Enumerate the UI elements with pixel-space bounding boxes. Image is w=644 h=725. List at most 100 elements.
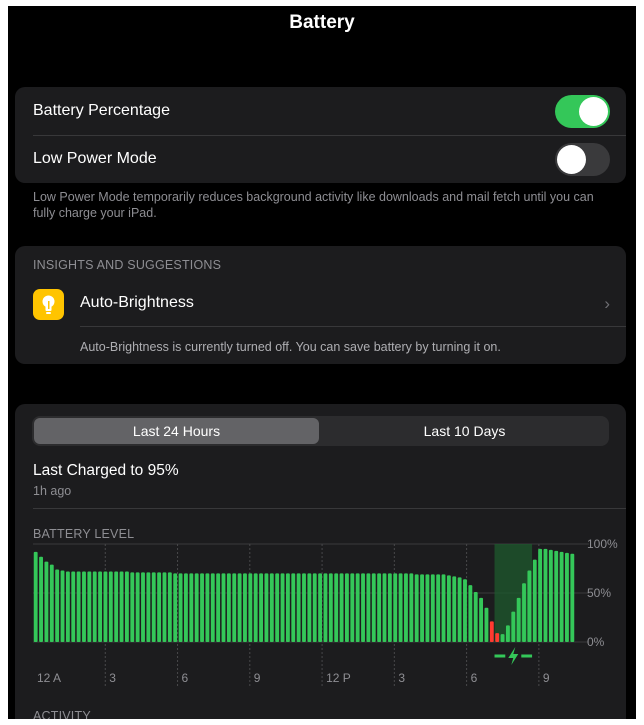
battery-bar <box>216 573 221 642</box>
battery-bar <box>366 573 371 642</box>
battery-bar <box>264 573 269 642</box>
battery-percentage-row: Battery Percentage <box>15 87 626 135</box>
battery-bar <box>328 573 333 642</box>
x-tick-label: 6 <box>471 671 478 685</box>
page-title: Battery <box>289 12 355 33</box>
battery-bar <box>452 576 457 642</box>
battery-bar <box>570 553 575 642</box>
battery-bar <box>65 571 70 642</box>
battery-bar <box>527 570 532 642</box>
battery-bar <box>162 572 167 642</box>
battery-usage-card: Last 24 Hours Last 10 Days Last Charged … <box>15 404 626 719</box>
y-tick-label: 0% <box>587 635 605 649</box>
battery-bar <box>71 571 76 642</box>
chevron-right-icon[interactable]: › <box>604 294 610 314</box>
battery-bar <box>516 597 521 642</box>
battery-bar <box>404 573 408 642</box>
battery-bar <box>565 552 569 642</box>
battery-bar <box>33 551 38 642</box>
auto-brightness-description: Auto-Brightness is currently turned off.… <box>80 340 501 354</box>
toggle-knob <box>557 145 586 174</box>
battery-bar <box>334 573 339 642</box>
battery-bar <box>484 607 489 642</box>
battery-bar <box>119 571 124 642</box>
battery-bar <box>269 573 274 642</box>
battery-bar <box>436 574 441 642</box>
divider <box>80 326 626 327</box>
battery-bar <box>189 573 194 642</box>
insights-card: INSIGHTS AND SUGGESTIONS Auto-Brightness… <box>15 246 626 364</box>
battery-bar <box>468 585 473 642</box>
battery-bar <box>323 573 328 642</box>
battery-bar <box>446 575 451 642</box>
battery-bar <box>226 573 231 642</box>
battery-percentage-label: Battery Percentage <box>33 102 170 119</box>
battery-bar <box>108 571 113 642</box>
battery-bar <box>205 573 210 642</box>
y-tick-label: 100% <box>587 537 618 551</box>
battery-bar <box>548 549 553 642</box>
battery-bar <box>232 573 237 642</box>
x-tick-label: 9 <box>254 671 261 685</box>
battery-bar <box>253 573 258 642</box>
battery-bar <box>275 573 280 642</box>
battery-bar <box>243 573 247 642</box>
battery-bar <box>361 573 365 642</box>
y-tick-label: 50% <box>587 586 611 600</box>
battery-bar <box>44 561 49 642</box>
battery-bar <box>350 573 355 642</box>
battery-bar <box>312 573 317 642</box>
battery-bar <box>420 574 424 642</box>
battery-bar <box>398 573 403 642</box>
battery-bar <box>409 573 414 642</box>
battery-bar <box>167 572 172 642</box>
battery-bar <box>495 633 500 642</box>
battery-bar <box>339 573 344 642</box>
battery-bar <box>151 572 156 642</box>
battery-bar <box>543 548 548 642</box>
battery-bar <box>387 573 392 642</box>
battery-bar <box>371 573 376 642</box>
battery-bar <box>178 573 183 642</box>
battery-bar <box>473 592 478 642</box>
x-tick-label: 6 <box>182 671 189 685</box>
battery-bar <box>124 571 129 642</box>
battery-bar <box>489 621 494 642</box>
battery-bar <box>538 548 543 642</box>
battery-bar <box>194 573 199 642</box>
insights-header: INSIGHTS AND SUGGESTIONS <box>33 258 222 272</box>
battery-bar <box>318 573 323 642</box>
battery-bar <box>92 571 97 642</box>
low-power-mode-footnote: Low Power Mode temporarily reduces backg… <box>33 190 594 220</box>
battery-options-card: Battery Percentage Low Power Mode <box>15 87 626 183</box>
x-tick-label: 3 <box>398 671 405 685</box>
x-tick-label: 12 P <box>326 671 351 685</box>
low-power-mode-row: Low Power Mode <box>15 135 626 183</box>
battery-bar <box>135 572 140 642</box>
battery-bar <box>82 571 86 642</box>
battery-bar <box>302 573 306 642</box>
battery-bar <box>479 597 484 642</box>
battery-bar <box>382 573 387 642</box>
battery-bar <box>210 573 215 642</box>
x-tick-label: 12 A <box>37 671 61 685</box>
battery-bar <box>307 573 312 642</box>
x-tick-label: 3 <box>109 671 116 685</box>
auto-brightness-label[interactable]: Auto-Brightness <box>80 294 194 312</box>
battery-bar <box>291 573 296 642</box>
battery-bar <box>377 573 382 642</box>
battery-bar <box>532 559 537 642</box>
battery-bar <box>285 573 290 642</box>
battery-bar <box>221 573 226 642</box>
battery-bar <box>76 571 81 642</box>
battery-bar <box>157 572 162 642</box>
battery-bar <box>522 583 526 642</box>
battery-bar <box>55 569 60 642</box>
low-power-mode-toggle[interactable] <box>555 143 610 176</box>
battery-percentage-toggle[interactable] <box>555 95 610 128</box>
battery-bar <box>39 556 43 642</box>
battery-bar <box>559 551 564 642</box>
battery-bar <box>173 573 178 642</box>
battery-bar <box>425 574 430 642</box>
battery-bar <box>414 574 419 642</box>
